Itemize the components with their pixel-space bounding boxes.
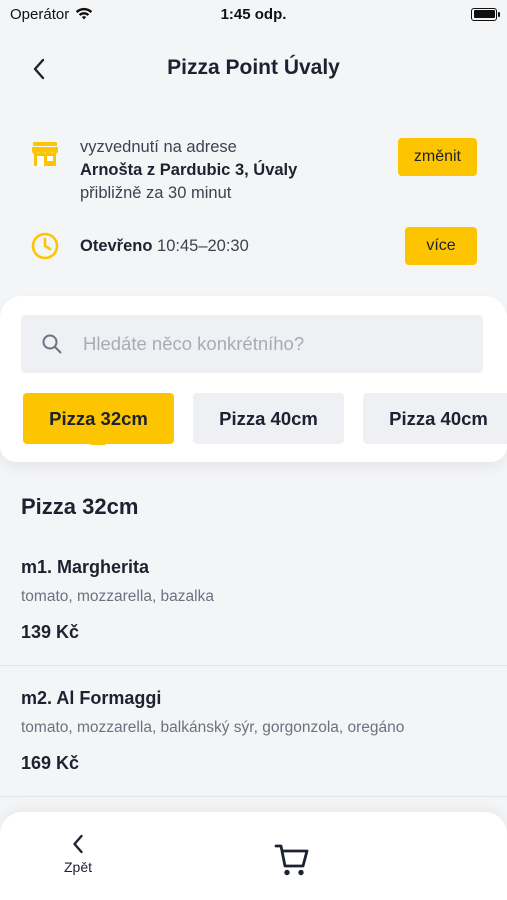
more-button[interactable]: více <box>405 227 477 265</box>
pickup-address: Arnošta z Pardubic 3, Úvaly <box>80 159 398 182</box>
clock-icon <box>31 232 59 260</box>
category-tabs: Pizza 32cm Pizza 40cm Pizza 40cm <box>23 393 507 445</box>
tab-pizza-40cm[interactable]: Pizza 40cm <box>193 393 344 444</box>
hours-info: Otevřeno 10:45–20:30 více <box>30 227 477 265</box>
status-bar: Operátor 1:45 odp. <box>0 0 507 28</box>
pickup-eta: přibližně za 30 minut <box>80 184 232 202</box>
divider <box>0 796 507 797</box>
bottom-back-label: Zpět <box>63 859 92 875</box>
hours-status: Otevřeno <box>80 236 153 255</box>
page-title: Pizza Point Úvaly <box>167 56 340 79</box>
pickup-info: vyzvednutí na adrese Arnošta z Pardubic … <box>30 136 477 205</box>
carrier-label: Operátor <box>10 5 70 23</box>
item-price: 169 Kč <box>21 753 80 773</box>
battery-icon <box>471 7 500 21</box>
divider <box>0 665 507 666</box>
hours-range: 10:45–20:30 <box>157 236 249 255</box>
filter-card: Hledáte něco konkrétního? Pizza 32cm Piz… <box>0 296 507 462</box>
item-description: tomato, mozzarella, balkánský sýr, gorgo… <box>21 719 405 736</box>
chevron-left-icon <box>73 834 83 854</box>
search-input[interactable]: Hledáte něco konkrétního? <box>21 315 483 373</box>
cart-button[interactable] <box>272 842 312 878</box>
change-button[interactable]: změnit <box>397 138 477 176</box>
bottom-bar: Zpět <box>0 812 507 900</box>
section-title: Pizza 32cm <box>21 494 139 519</box>
pickup-address-text: Arnošta z Pardubic 3, Úvaly <box>80 161 298 179</box>
item-description: tomato, mozzarella, bazalka <box>21 588 214 605</box>
search-placeholder: Hledáte něco konkrétního? <box>83 333 305 354</box>
cart-icon <box>274 844 309 876</box>
bottom-back-button[interactable]: Zpět <box>56 834 100 875</box>
status-left: Operátor <box>10 6 93 23</box>
wifi-icon <box>76 7 93 20</box>
item-name: m1. Margherita <box>21 557 150 577</box>
hours-text: Otevřeno 10:45–20:30 <box>80 235 405 258</box>
tab-pizza-40cm-2[interactable]: Pizza 40cm <box>363 393 507 444</box>
menu-item[interactable]: m2. Al Formaggi tomato, mozzarella, balk… <box>0 688 507 774</box>
menu-item[interactable]: m1. Margherita tomato, mozzarella, bazal… <box>0 557 507 643</box>
chevron-left-icon <box>33 58 45 80</box>
pickup-line: vyzvednutí na adrese <box>80 138 237 156</box>
header: Pizza Point Úvaly <box>0 40 507 96</box>
item-name: m2. Al Formaggi <box>21 688 162 708</box>
item-price: 139 Kč <box>21 622 80 642</box>
back-button[interactable] <box>24 54 54 84</box>
status-time: 1:45 odp. <box>220 5 287 23</box>
store-icon <box>32 142 58 166</box>
pickup-text: vyzvednutí na adrese Arnošta z Pardubic … <box>80 136 398 205</box>
search-icon <box>42 334 62 354</box>
tab-pizza-32cm[interactable]: Pizza 32cm <box>23 393 174 445</box>
battery-fill <box>473 10 495 18</box>
